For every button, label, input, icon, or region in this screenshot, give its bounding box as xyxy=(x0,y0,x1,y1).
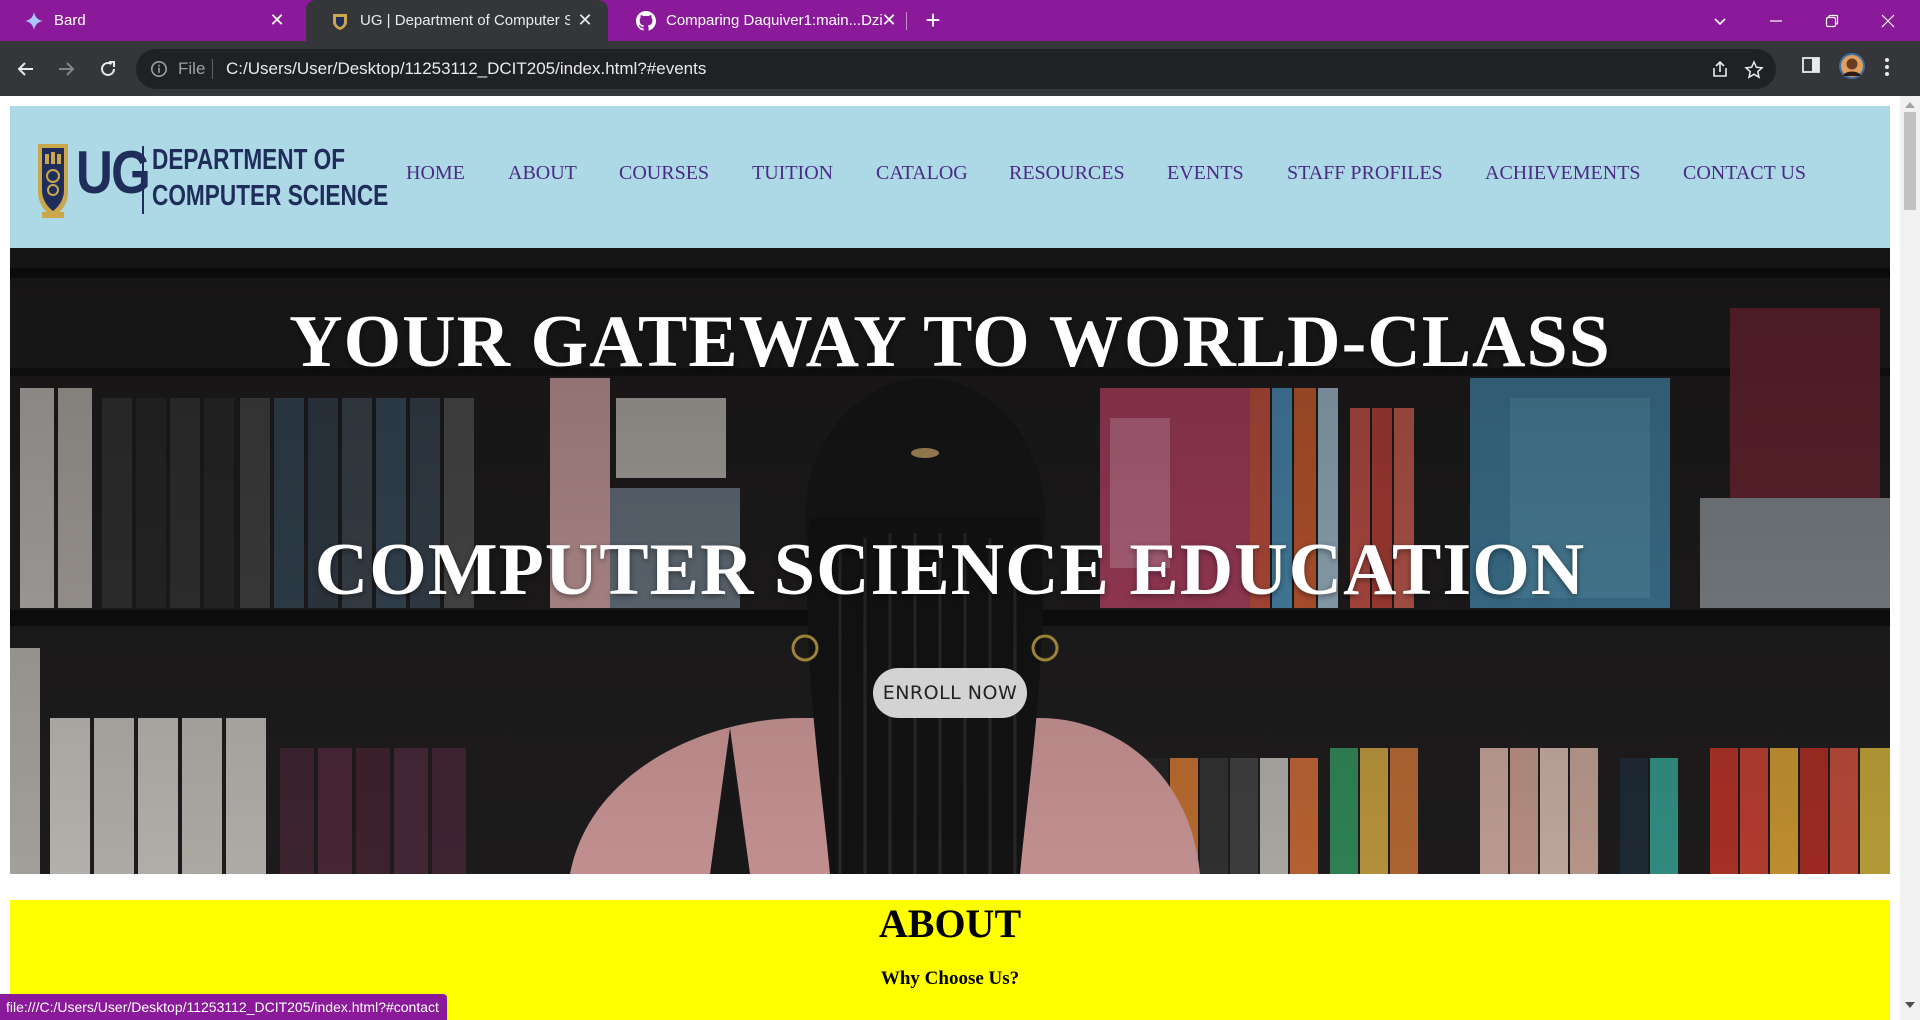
logo-line-1: DEPARTMENT OF xyxy=(152,144,346,176)
nav-link-courses[interactable]: COURSES xyxy=(619,162,709,185)
link-status-bubble: file:///C:/Users/User/Desktop/11253112_D… xyxy=(0,994,447,1020)
avatar[interactable] xyxy=(1838,52,1866,85)
nav-link-tuition[interactable]: TUITION xyxy=(752,162,833,185)
tab-separator xyxy=(906,12,907,30)
nav-link-catalog[interactable]: CATALOG xyxy=(876,162,968,185)
nav-link-staff-profiles[interactable]: STAFF PROFILES xyxy=(1287,162,1443,185)
tab-title: Comparing Daquiver1:main...Dzi xyxy=(666,12,882,29)
tab-title: Bard xyxy=(54,12,86,29)
hero-heading-line-2: COMPUTER SCIENCE EDUCATION xyxy=(314,529,1586,611)
logo-line-2: COMPUTER SCIENCE xyxy=(152,180,389,212)
back-arrow-icon[interactable] xyxy=(12,55,40,83)
restore-icon[interactable] xyxy=(1804,0,1860,41)
close-window-icon[interactable] xyxy=(1860,0,1916,41)
close-icon[interactable]: ✕ xyxy=(268,10,286,30)
about-heading: ABOUT xyxy=(878,901,1022,946)
nav-link-about[interactable]: ABOUT xyxy=(508,162,577,185)
nav-link-contact-us[interactable]: CONTACT US xyxy=(1683,162,1806,185)
browser-tab-strip: Bard ✕ UG | Department of Computer Sci ✕… xyxy=(0,0,1920,41)
bard-sparkle-icon xyxy=(24,11,44,31)
omnibox-divider xyxy=(212,59,213,79)
more-menu-icon[interactable] xyxy=(1884,56,1890,83)
minimize-icon[interactable] xyxy=(1748,0,1804,41)
hero-banner: YOUR GATEWAY TO WORLD-CLASS COMPUTER SCI… xyxy=(10,248,1890,874)
ug-crest-icon xyxy=(330,11,350,31)
info-icon[interactable] xyxy=(150,60,168,83)
hero-heading-line-1: YOUR GATEWAY TO WORLD-CLASS xyxy=(289,301,1611,383)
address-bar[interactable]: File C:/Users/User/Desktop/11253112_DCIT… xyxy=(136,49,1776,89)
nav-link-home[interactable]: HOME xyxy=(406,162,465,185)
ug-crest-icon xyxy=(38,144,68,218)
tab-ug-department[interactable]: UG | Department of Computer Sci ✕ xyxy=(306,0,608,41)
scheme-label: File xyxy=(178,59,206,78)
tab-github-compare[interactable]: Comparing Daquiver1:main...Dzi ✕ xyxy=(612,0,912,41)
scroll-up-arrow-icon[interactable] xyxy=(1905,102,1915,108)
nav-link-events[interactable]: EVENTS xyxy=(1167,162,1244,185)
about-subheading: Why Choose Us? xyxy=(880,968,1020,989)
scrollbar-thumb[interactable] xyxy=(1904,112,1916,210)
tab-search-chevron-icon[interactable] xyxy=(1692,0,1748,41)
tab-bard[interactable]: Bard ✕ xyxy=(0,0,300,41)
reload-icon[interactable] xyxy=(94,55,122,83)
nav-link-achievements[interactable]: ACHIEVEMENTS xyxy=(1485,162,1641,185)
enroll-now-button[interactable]: ENROLL NOW xyxy=(873,668,1027,718)
logo-department-name: DEPARTMENT OF COMPUTER SCIENCE xyxy=(152,142,388,214)
close-icon[interactable]: ✕ xyxy=(880,10,898,30)
scroll-down-arrow-icon[interactable] xyxy=(1905,1002,1915,1008)
site-header: UG DEPARTMENT OF COMPUTER SCIENCE HOME A… xyxy=(10,106,1890,248)
forward-arrow-icon[interactable] xyxy=(52,55,80,83)
logo-initials: UG xyxy=(76,139,151,206)
logo-divider xyxy=(142,146,144,214)
bookmark-star-icon[interactable] xyxy=(1744,60,1764,85)
share-icon[interactable] xyxy=(1710,60,1730,85)
ug-logo[interactable]: UG DEPARTMENT OF COMPUTER SCIENCE xyxy=(36,136,388,220)
url-text[interactable]: C:/Users/User/Desktop/11253112_DCIT205/i… xyxy=(226,59,706,79)
new-tab-button[interactable]: + xyxy=(920,7,946,34)
browser-toolbar: File C:/Users/User/Desktop/11253112_DCIT… xyxy=(0,41,1920,96)
nav-link-resources[interactable]: RESOURCES xyxy=(1009,162,1125,185)
page-viewport: UG DEPARTMENT OF COMPUTER SCIENCE HOME A… xyxy=(0,96,1900,1020)
close-icon[interactable]: ✕ xyxy=(576,10,594,30)
tab-title: UG | Department of Computer Sci xyxy=(360,12,570,29)
side-panel-icon[interactable] xyxy=(1800,54,1822,81)
page-scrollbar[interactable] xyxy=(1900,96,1920,1020)
github-icon xyxy=(636,10,656,31)
